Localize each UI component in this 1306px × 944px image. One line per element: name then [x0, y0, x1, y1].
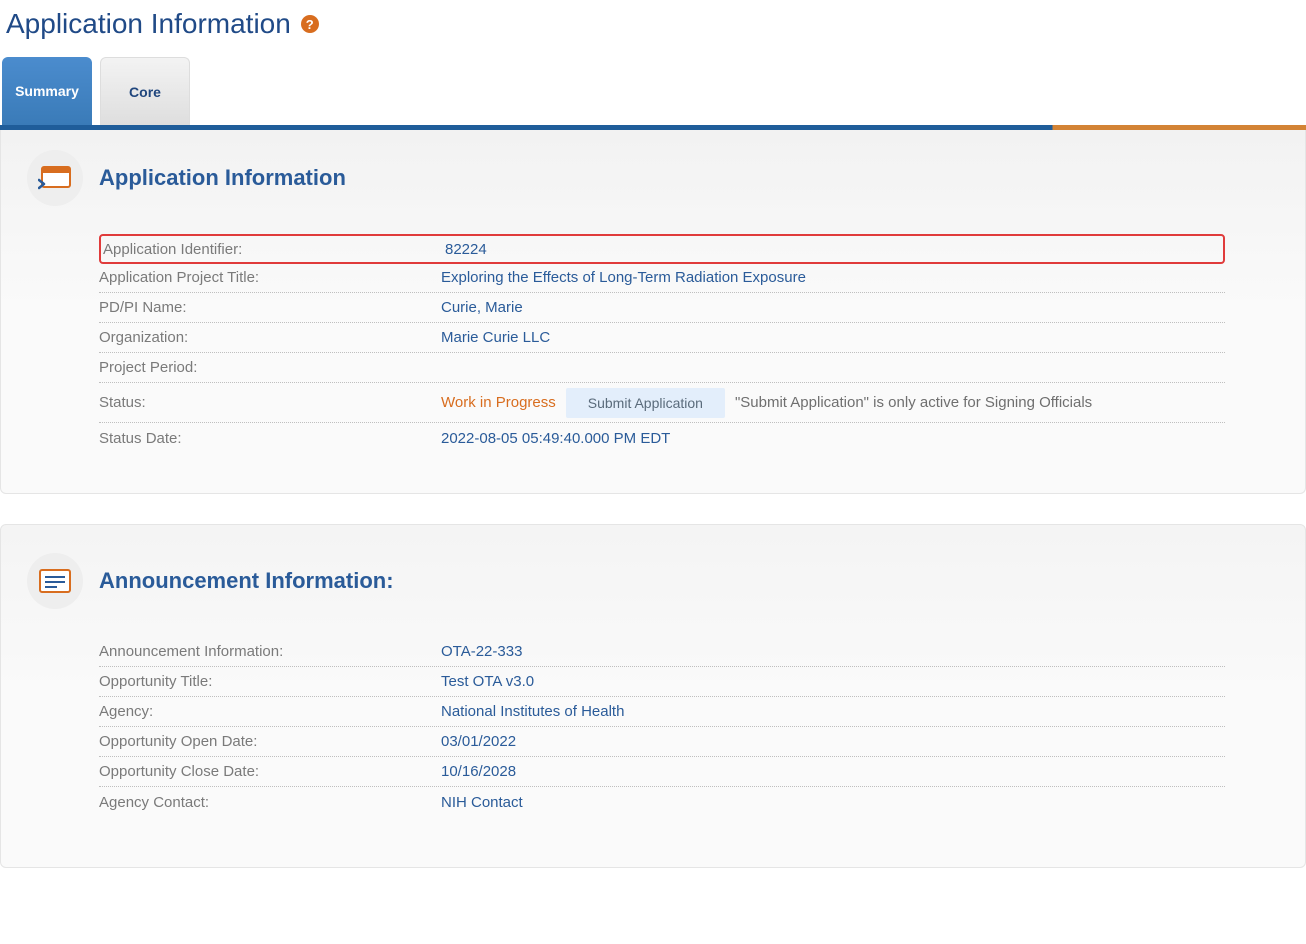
label-period: Project Period:	[99, 359, 441, 376]
row-status: Status: Work in Progress Submit Applicat…	[99, 383, 1225, 423]
row-announcement-info: Announcement Information: OTA-22-333	[99, 637, 1225, 667]
row-pi-name: PD/PI Name: Curie, Marie	[99, 293, 1225, 323]
row-organization: Organization: Marie Curie LLC	[99, 323, 1225, 353]
label-close: Opportunity Close Date:	[99, 763, 441, 780]
label-contact: Agency Contact:	[99, 794, 441, 811]
application-section-title: Application Information	[99, 165, 346, 191]
help-icon[interactable]: ?	[301, 15, 319, 33]
label-org: Organization:	[99, 329, 441, 346]
tab-summary[interactable]: Summary	[2, 57, 92, 125]
row-close-date: Opportunity Close Date: 10/16/2028	[99, 757, 1225, 787]
value-pi: Curie, Marie	[441, 299, 1225, 316]
submit-hint: "Submit Application" is only active for …	[735, 394, 1092, 411]
submit-application-button[interactable]: Submit Application	[566, 388, 725, 418]
row-opportunity-title: Opportunity Title: Test OTA v3.0	[99, 667, 1225, 697]
label-ann-info: Announcement Information:	[99, 643, 441, 660]
label-app-id: Application Identifier:	[103, 241, 445, 258]
value-org: Marie Curie LLC	[441, 329, 1225, 346]
value-status: Work in Progress	[441, 394, 556, 411]
row-agency-contact: Agency Contact: NIH Contact	[99, 787, 1225, 817]
value-contact: NIH Contact	[441, 794, 1225, 811]
announcement-section-title: Announcement Information:	[99, 568, 394, 594]
application-info-panel: Application Information Application Iden…	[0, 130, 1306, 494]
label-agency: Agency:	[99, 703, 441, 720]
row-open-date: Opportunity Open Date: 03/01/2022	[99, 727, 1225, 757]
value-ann-info: OTA-22-333	[441, 643, 1225, 660]
row-status-date: Status Date: 2022-08-05 05:49:40.000 PM …	[99, 423, 1225, 453]
row-project-period: Project Period:	[99, 353, 1225, 383]
label-opp-title: Opportunity Title:	[99, 673, 441, 690]
row-application-identifier: Application Identifier: 82224	[99, 234, 1225, 264]
label-status: Status:	[99, 394, 441, 411]
value-close: 10/16/2028	[441, 763, 1225, 780]
announcement-section-icon	[27, 553, 83, 609]
value-app-id: 82224	[445, 241, 1221, 258]
value-proj-title: Exploring the Effects of Long-Term Radia…	[441, 269, 1225, 286]
tab-bar: Summary Core	[0, 50, 1306, 125]
label-pi: PD/PI Name:	[99, 299, 441, 316]
tab-core[interactable]: Core	[100, 57, 190, 125]
value-opp-title: Test OTA v3.0	[441, 673, 1225, 690]
announcement-info-panel: Announcement Information: Announcement I…	[0, 524, 1306, 868]
application-section-icon	[27, 150, 83, 206]
value-status-date: 2022-08-05 05:49:40.000 PM EDT	[441, 430, 1225, 447]
row-agency: Agency: National Institutes of Health	[99, 697, 1225, 727]
label-proj-title: Application Project Title:	[99, 269, 441, 286]
value-agency: National Institutes of Health	[441, 703, 1225, 720]
row-project-title: Application Project Title: Exploring the…	[99, 263, 1225, 293]
label-status-date: Status Date:	[99, 430, 441, 447]
page-title: Application Information	[6, 8, 291, 40]
value-open: 03/01/2022	[441, 733, 1225, 750]
label-open: Opportunity Open Date:	[99, 733, 441, 750]
